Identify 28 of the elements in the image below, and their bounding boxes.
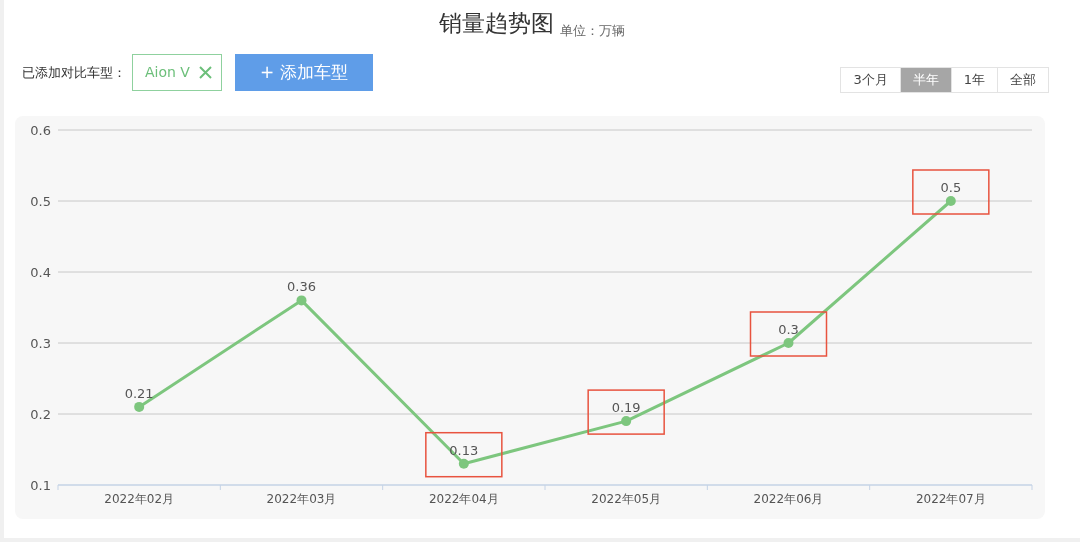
x-axis-label: 2022年06月 (753, 492, 824, 506)
data-label: 0.13 (449, 442, 479, 458)
data-label: 0.5 (940, 180, 962, 195)
data-label: 0.21 (124, 385, 154, 401)
y-axis-label: 0.4 (30, 265, 51, 280)
x-axis-label: 2022年02月 (104, 492, 175, 506)
y-axis-label: 0.2 (30, 407, 51, 422)
close-icon (197, 65, 213, 80)
x-axis-label: 2022年07月 (915, 492, 986, 506)
data-point (621, 416, 632, 427)
x-axis-label: 2022年04月 (428, 492, 499, 506)
y-axis-label: 0.3 (30, 336, 51, 351)
remove-button[interactable] (197, 65, 213, 80)
data-point (458, 458, 469, 469)
unit-label: 单位：万辆 (560, 21, 625, 40)
data-label: 0.3 (778, 322, 799, 337)
y-axis-label: 0.6 (30, 123, 51, 138)
data-label: 0.19 (611, 400, 641, 416)
y-axis-label: 0.5 (30, 194, 51, 209)
data-point (783, 338, 794, 348)
data-point (945, 196, 956, 206)
compare-label: 已添加对比车型： (22, 63, 126, 82)
y-axis-label: 0.1 (30, 478, 51, 493)
data-label: 0.36 (287, 279, 316, 295)
chart-title: 销量趋势图 (439, 8, 554, 38)
x-axis-label: 2022年03月 (266, 492, 337, 506)
x-axis-label: 2022年05月 (591, 492, 662, 506)
tag-label: Aion V (145, 63, 190, 82)
